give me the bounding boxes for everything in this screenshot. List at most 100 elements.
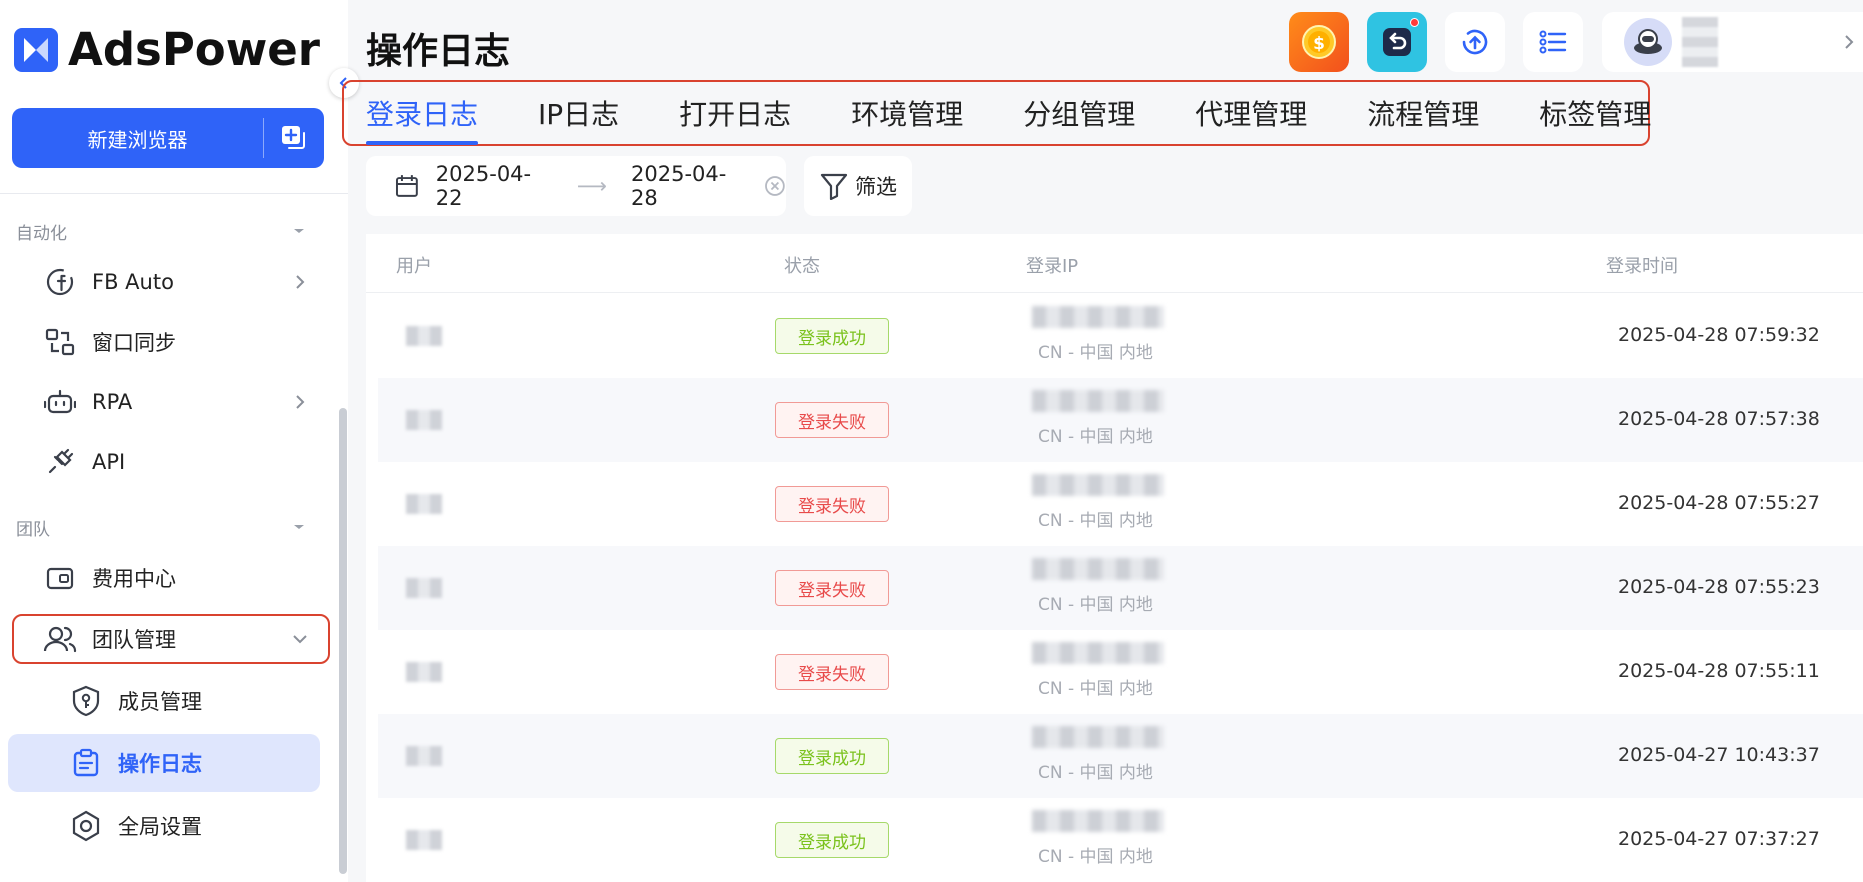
column-header-login-time: 登录时间: [1606, 256, 1678, 277]
task-list-button[interactable]: [1523, 12, 1583, 72]
ip-location: CN - 中国 内地: [1038, 343, 1153, 363]
sidebar-subitem-members[interactable]: 成员管理: [8, 672, 320, 730]
start-date[interactable]: 2025-04-22: [436, 162, 557, 210]
sidebar-item-label: 窗口同步: [92, 331, 176, 355]
login-time: 2025-04-28 07:57:38: [1618, 408, 1820, 430]
sidebar-item-api[interactable]: API: [12, 434, 330, 490]
status-badge: 登录失败: [775, 570, 889, 606]
notification-dot: [1410, 18, 1419, 27]
user-menu[interactable]: [1602, 12, 1863, 72]
chevron-right-icon: [296, 395, 305, 409]
new-browser-button[interactable]: 新建浏览器: [12, 108, 263, 168]
svg-text:$: $: [1313, 34, 1325, 54]
sidebar-subitem-operation-log[interactable]: 操作日志: [8, 734, 320, 792]
shield-key-icon: [68, 683, 104, 719]
plug-icon: [42, 444, 78, 480]
table-row[interactable]: 登录成功 CN - 中国 内地 2025-04-27 10:43:37: [378, 714, 1863, 798]
sidebar-item-billing[interactable]: 费用中心: [12, 550, 330, 606]
batch-add-button[interactable]: [264, 108, 324, 168]
login-time: 2025-04-28 07:55:23: [1618, 576, 1820, 598]
chevron-right-icon: [1845, 35, 1854, 49]
page-title: 操作日志: [366, 31, 511, 72]
log-tabs: 登录日志 IP日志 打开日志 环境管理 分组管理 代理管理 流程管理 标签管理: [342, 80, 1651, 146]
tab-ip-log[interactable]: IP日志: [538, 93, 619, 133]
calendar-icon: [395, 175, 418, 197]
user-redacted: [406, 410, 442, 430]
tab-login-log[interactable]: 登录日志: [366, 93, 479, 145]
brand-logo[interactable]: AdsPower: [14, 23, 321, 76]
column-header-status: 状态: [784, 256, 820, 277]
brand-name: AdsPower: [68, 23, 321, 76]
chevron-right-icon: [296, 275, 305, 289]
filter-label: 筛选: [855, 175, 897, 199]
ip-location: CN - 中国 内地: [1038, 847, 1153, 867]
tab-open-log[interactable]: 打开日志: [679, 93, 791, 133]
date-range-picker[interactable]: 2025-04-22 ⟶ 2025-04-28: [366, 156, 786, 216]
rewards-button[interactable]: $: [1289, 12, 1349, 72]
end-date[interactable]: 2025-04-28: [631, 162, 752, 210]
user-redacted: [406, 578, 442, 598]
login-log-table: 用户 状态 登录IP 登录时间 登录成功 CN - 中国 内地 2025-04-…: [366, 234, 1863, 882]
tab-group-management[interactable]: 分组管理: [1023, 93, 1135, 133]
ip-location: CN - 中国 内地: [1038, 427, 1153, 447]
fb-auto-icon: [42, 264, 78, 300]
ip-location: CN - 中国 内地: [1038, 511, 1153, 531]
ip-redacted: [1032, 726, 1164, 748]
login-time: 2025-04-28 07:55:11: [1618, 660, 1820, 682]
clipboard-icon: [68, 745, 104, 781]
column-header-user: 用户: [396, 256, 432, 277]
arrow-right-icon: ⟶: [576, 174, 608, 198]
user-redacted: [406, 326, 442, 346]
list-icon: [1539, 30, 1567, 54]
tab-proxy-management[interactable]: 代理管理: [1195, 93, 1307, 133]
window-sync-icon: [42, 324, 78, 360]
hex-gear-icon: [68, 808, 104, 844]
ip-redacted: [1032, 390, 1164, 412]
table-row[interactable]: 登录成功 CN - 中国 内地 2025-04-27 07:37:27: [378, 798, 1863, 882]
new-browser-button-group: 新建浏览器: [12, 108, 324, 168]
ip-location: CN - 中国 内地: [1038, 679, 1153, 699]
updates-button[interactable]: [1367, 12, 1427, 72]
status-badge: 登录成功: [775, 318, 889, 354]
sidebar-item-label: RPA: [92, 390, 133, 414]
tab-tag-management[interactable]: 标签管理: [1539, 93, 1651, 133]
sidebar-divider: [0, 193, 348, 194]
header-divider: [366, 292, 1863, 293]
sidebar-subitem-label: 全局设置: [118, 815, 202, 839]
tab-process-management[interactable]: 流程管理: [1367, 93, 1479, 133]
sync-upload-button[interactable]: [1445, 12, 1505, 72]
user-name-redacted: [1682, 17, 1718, 67]
table-row[interactable]: 登录成功 CN - 中国 内地 2025-04-28 07:59:32: [378, 294, 1863, 378]
filter-icon: [820, 173, 848, 200]
user-redacted: [406, 662, 442, 682]
tab-profile-management[interactable]: 环境管理: [851, 93, 963, 133]
team-management-highlight: [12, 614, 330, 664]
caret-down-icon[interactable]: [292, 520, 306, 534]
sidebar-subitem-label: 操作日志: [118, 752, 202, 776]
top-actions: $: [1289, 12, 1583, 72]
caret-down-icon[interactable]: [292, 224, 306, 238]
sidebar-item-label: FB Auto: [92, 270, 174, 294]
status-badge: 登录失败: [775, 402, 889, 438]
sidebar-item-rpa[interactable]: RPA: [12, 374, 330, 430]
section-team: 团队: [16, 520, 50, 540]
table-row[interactable]: 登录失败 CN - 中国 内地 2025-04-28 07:55:23: [378, 546, 1863, 630]
sync-upload-icon: [1462, 29, 1488, 55]
table-row[interactable]: 登录失败 CN - 中国 内地 2025-04-28 07:57:38: [378, 378, 1863, 462]
coin-icon: $: [1302, 25, 1336, 59]
status-badge: 登录失败: [775, 486, 889, 522]
sidebar-subitem-global-settings[interactable]: 全局设置: [8, 797, 320, 855]
table-row[interactable]: 登录失败 CN - 中国 内地 2025-04-28 07:55:11: [378, 630, 1863, 714]
table-row[interactable]: 登录失败 CN - 中国 内地 2025-04-28 07:55:27: [378, 462, 1863, 546]
filter-button[interactable]: 筛选: [804, 156, 912, 216]
sidebar-item-window-sync[interactable]: 窗口同步: [12, 314, 330, 370]
status-badge: 登录成功: [775, 738, 889, 774]
clear-icon[interactable]: [764, 175, 786, 197]
batch-add-icon: [282, 126, 305, 149]
sidebar-scrollbar[interactable]: [339, 408, 347, 874]
ip-redacted: [1032, 558, 1164, 580]
sidebar-item-label: API: [92, 450, 126, 474]
ip-location: CN - 中国 内地: [1038, 595, 1153, 615]
sidebar-item-fb-auto[interactable]: FB Auto: [12, 254, 330, 310]
ip-redacted: [1032, 306, 1164, 328]
